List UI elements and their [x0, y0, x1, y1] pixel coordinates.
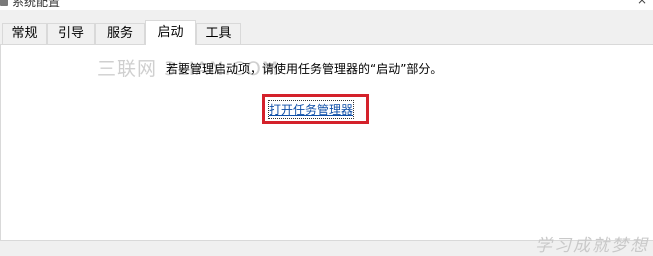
tab-boot[interactable]: 引导: [47, 23, 95, 44]
tab-strip: 常规 引导 服务 启动 工具: [0, 20, 653, 45]
tab-tools[interactable]: 工具: [196, 23, 241, 44]
corner-watermark: 学习成就梦想: [535, 236, 649, 256]
system-config-window: 系统配置 × 常规 引导 服务 启动 工具 三联网 3LIAN.COM 若要管理…: [0, 0, 653, 256]
tab-services[interactable]: 服务: [95, 23, 145, 44]
window-title: 系统配置: [12, 0, 61, 9]
app-icon: [0, 0, 8, 6]
startup-tab-panel: 三联网 3LIAN.COM 若要管理启动项，请使用任务管理器的“启动”部分。 打…: [0, 44, 653, 256]
open-task-manager-link[interactable]: 打开任务管理器: [267, 100, 355, 119]
title-bar: 系统配置 ×: [0, 0, 653, 10]
tab-startup[interactable]: 启动: [145, 20, 196, 45]
close-icon[interactable]: ×: [637, 0, 647, 7]
tab-general[interactable]: 常规: [2, 23, 47, 44]
startup-message: 若要管理启动项，请使用任务管理器的“启动”部分。: [166, 62, 443, 76]
